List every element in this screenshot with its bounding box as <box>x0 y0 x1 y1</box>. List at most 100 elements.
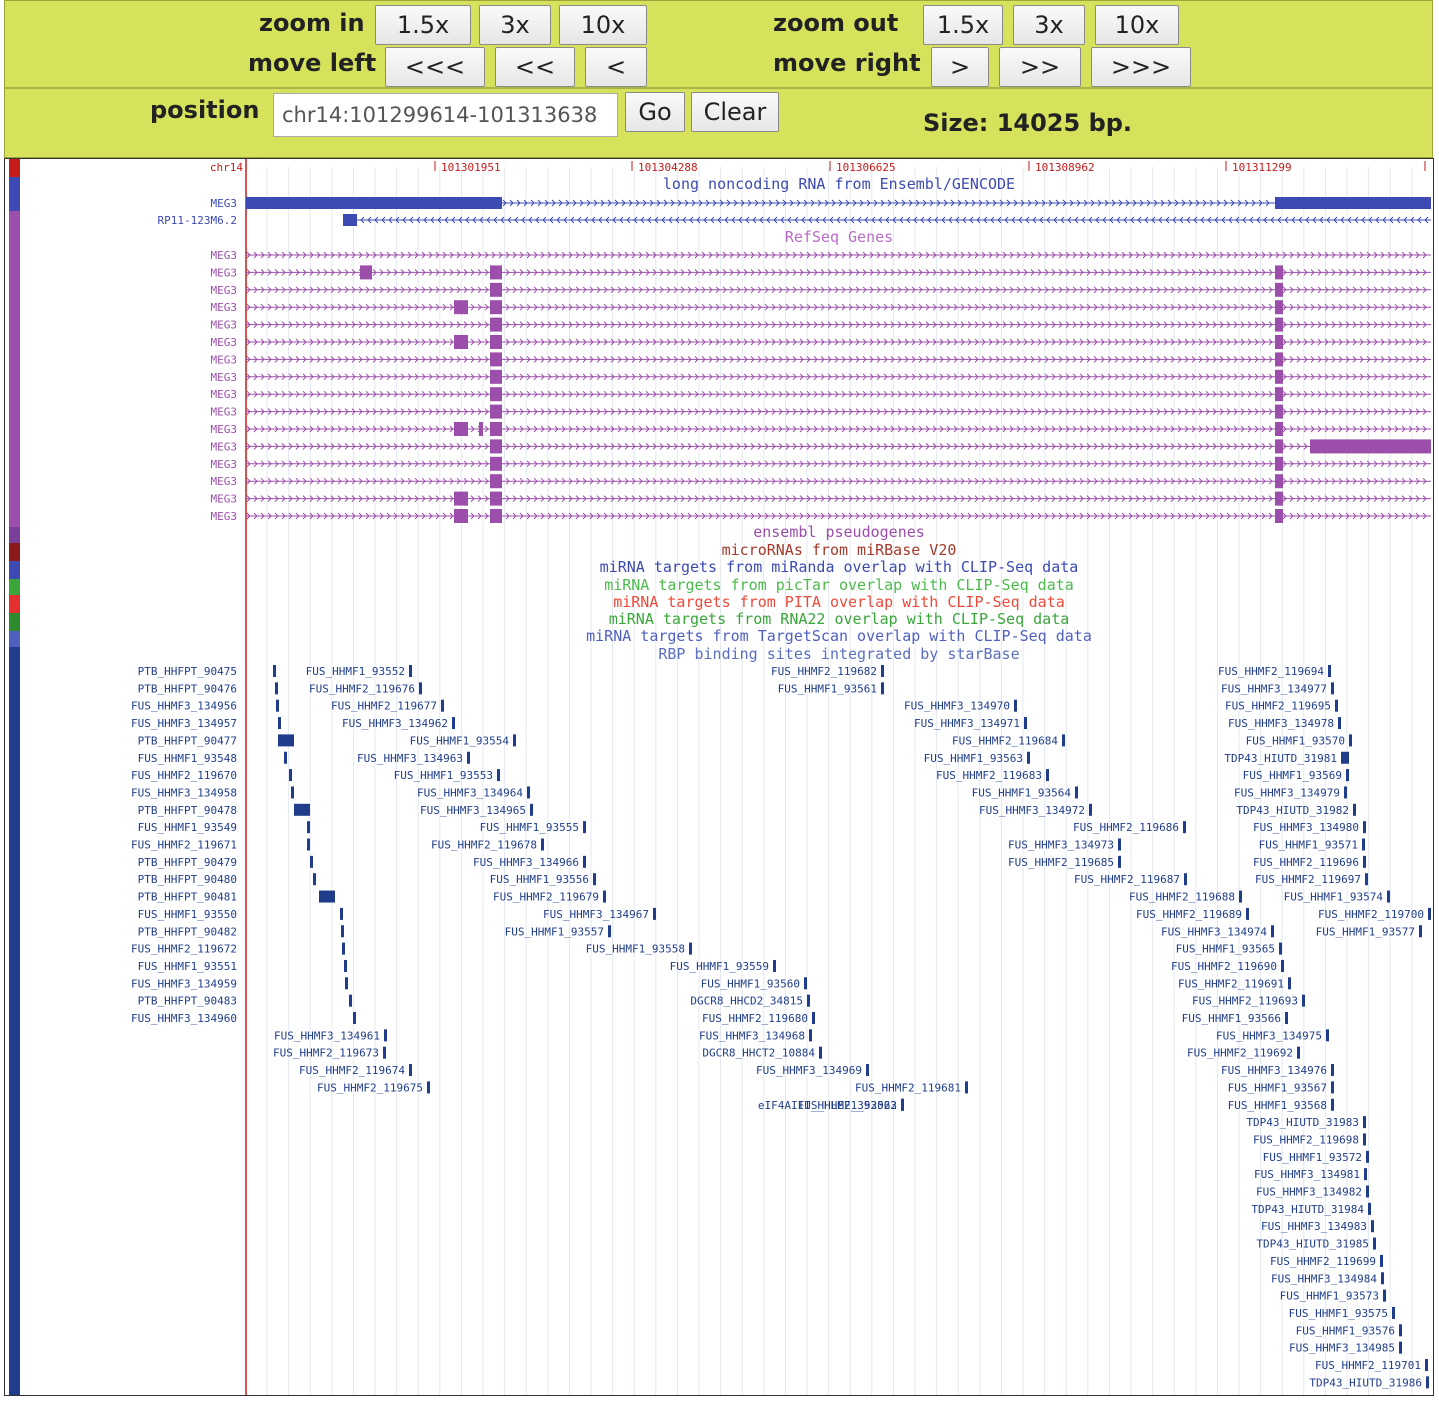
rbp-site-block <box>278 717 281 730</box>
track-title: miRNA targets from miRanda overlap with … <box>600 558 1079 576</box>
rbp-site-block <box>1365 873 1368 886</box>
zoom-in-1-5x-button[interactable]: 1.5x <box>375 5 471 45</box>
refseq-exon <box>1275 369 1283 384</box>
rbp-site-label: FUS_HHMF2_119697 <box>1255 873 1361 886</box>
rbp-site-block <box>1399 1341 1402 1354</box>
refseq-gene-label: MEG3 <box>211 440 238 453</box>
refseq-gene-label: MEG3 <box>211 493 238 506</box>
rbp-site-block <box>294 803 310 816</box>
rbp-site-block <box>1297 1046 1300 1059</box>
rbp-site-block <box>1381 1272 1384 1285</box>
rbp-site-label: FUS_HHMF2_119689 <box>1136 908 1242 921</box>
move-right-mid-button[interactable]: >> <box>999 47 1081 87</box>
refseq-exon <box>1275 300 1283 315</box>
rbp-site-label: FUS_HHMF1_93565 <box>1176 943 1275 956</box>
move-left-mid-button[interactable]: << <box>495 47 575 87</box>
refseq-exon <box>1275 335 1283 349</box>
clear-button[interactable]: Clear <box>691 92 779 132</box>
rbp-site-label: FUS_HHMF3_134958 <box>131 786 237 799</box>
rbp-site-block <box>1183 821 1186 834</box>
move-right-far-button[interactable]: >>> <box>1091 47 1191 87</box>
track-title: long noncoding RNA from Ensembl/GENCODE <box>663 175 1015 193</box>
refseq-gene-label: MEG3 <box>211 406 238 419</box>
rbp-site-label: DGCR8_HHCT2_10884 <box>702 1047 815 1060</box>
rbp-site-label: FUS_HHMF2_119701 <box>1315 1359 1421 1372</box>
rbp-site-block <box>1353 803 1356 816</box>
rbp-site-label: FUS_HHMF2_119684 <box>952 734 1058 747</box>
zoom-in-3x-button[interactable]: 3x <box>479 5 551 45</box>
rbp-site-label: FUS_HHMF2_119686 <box>1073 821 1179 834</box>
rbp-site-label: FUS_HHMF1_93558 <box>586 943 685 956</box>
rbp-site-label: FUS_HHMF1_93573 <box>1280 1290 1379 1303</box>
refseq-exon <box>1275 282 1283 297</box>
rbp-site-block <box>812 1012 815 1024</box>
rbp-site-block <box>1024 717 1027 730</box>
rbp-site-label: FUS_HHMF1_93568 <box>1228 1099 1327 1112</box>
rbp-site-label: FUS_HHMF2_119679 <box>493 891 599 904</box>
rbp-site-block <box>291 786 294 799</box>
move-left-far-button[interactable]: <<< <box>385 47 485 87</box>
refseq-exon <box>1275 422 1283 436</box>
ruler-tick-label: 101311299 <box>1232 161 1292 174</box>
zoom-out-3x-button[interactable]: 3x <box>1013 5 1085 45</box>
rbp-site-block <box>527 786 530 799</box>
refseq-gene-label: MEG3 <box>211 510 238 523</box>
zoom-in-10x-button[interactable]: 10x <box>559 5 647 45</box>
zoom-out-10x-button[interactable]: 10x <box>1095 5 1179 45</box>
refseq-exon <box>490 300 502 315</box>
zoom-in-label: zoom in <box>259 9 365 37</box>
rbp-site-block <box>1368 1202 1371 1215</box>
rbp-site-label: FUS_HHMF2_119687 <box>1074 873 1180 886</box>
zoom-out-1-5x-button[interactable]: 1.5x <box>923 5 1003 45</box>
rbp-site-label: PTB_HHFPT_90483 <box>138 995 237 1008</box>
navigation-controls: zoom in move left zoom out move right po… <box>4 0 1433 158</box>
rbp-site-block <box>1281 959 1284 972</box>
rbp-site-label: FUS_HHMF2_119691 <box>1178 977 1284 990</box>
lnc-exon <box>246 197 502 209</box>
tracks-canvas[interactable]: chr14 101301951 101304288 101306625 10130896… <box>5 159 1433 1395</box>
rbp-site-label: FUS_HHMF2_119676 <box>309 682 415 695</box>
refseq-exon <box>1275 474 1283 489</box>
rbp-site-block <box>1326 1029 1329 1042</box>
rbp-site-block <box>349 994 352 1007</box>
position-input[interactable] <box>273 93 618 137</box>
rbp-site-label: PTB_HHFPT_90478 <box>138 804 237 817</box>
rbp-site-block <box>1380 1254 1383 1267</box>
move-left-small-button[interactable]: < <box>585 47 647 87</box>
track-color-bar <box>9 177 20 211</box>
refseq-exon <box>490 404 502 419</box>
rbp-site-label: FUS_HHMF3_134966 <box>473 856 579 869</box>
rbp-site-block <box>441 699 444 712</box>
rbp-site-label: FUS_HHMF1_93561 <box>778 682 877 695</box>
track-color-bar <box>9 595 20 613</box>
rbp-site-block <box>307 821 310 834</box>
controls-divider <box>5 87 1432 89</box>
rbp-site-label: FUS_HHMF1_93574 <box>1284 891 1384 904</box>
refseq-exon <box>479 422 483 436</box>
rbp-site-label: FUS_HHMF1_93572 <box>1263 1151 1362 1164</box>
rbp-site-block <box>653 907 656 920</box>
refseq-exon <box>490 282 502 297</box>
rbp-site-block <box>1046 769 1049 782</box>
go-button[interactable]: Go <box>625 92 685 132</box>
rbp-site-label: FUS_HHMF3_134968 <box>699 1029 805 1042</box>
rbp-site-block <box>603 890 606 903</box>
refseq-gene-label: MEG3 <box>211 336 238 349</box>
genome-browser-image[interactable]: chr14 101301951 101304288 101306625 10130896… <box>4 158 1434 1396</box>
rbp-site-label: FUS_HHMF3_134957 <box>131 717 237 730</box>
rbp-site-block <box>866 1064 869 1077</box>
rbp-site-label: FUS_HHMF1_93570 <box>1246 734 1345 747</box>
rbp-site-label: FUS_HHMF2_119700 <box>1318 908 1424 921</box>
rbp-site-block <box>1246 907 1249 920</box>
rbp-site-label: FUS_HHMF2_119692 <box>1187 1047 1293 1060</box>
track-color-bar <box>9 579 20 595</box>
refseq-gene-label: MEG3 <box>211 388 238 401</box>
rbp-site-label: FUS_HHMF1_93563 <box>924 752 1023 765</box>
rbp-site-label: FUS_HHMF1_93555 <box>480 821 579 834</box>
rbp-site-block <box>1392 1306 1395 1319</box>
rbp-site-block <box>1341 751 1349 764</box>
move-right-small-button[interactable]: > <box>931 47 989 87</box>
rbp-site-block <box>344 959 347 972</box>
rbp-site-label: FUS_HHMF1_93554 <box>410 734 510 747</box>
rbp-site-block <box>313 873 316 886</box>
